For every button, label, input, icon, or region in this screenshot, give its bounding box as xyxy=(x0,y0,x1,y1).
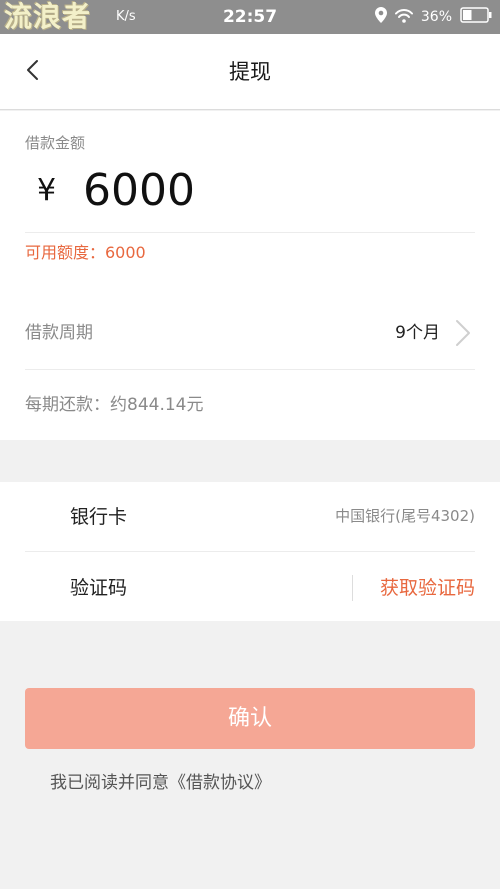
verification-code-label: 验证码 xyxy=(70,577,128,599)
wifi-icon xyxy=(394,8,413,27)
battery-icon xyxy=(460,7,492,27)
status-icons: 36% xyxy=(374,7,492,27)
divider xyxy=(25,369,475,370)
amount-input[interactable]: 6000 xyxy=(83,165,195,217)
bank-section: 银行卡 中国银行(尾号4302) 验证码 获取验证码 xyxy=(0,482,500,621)
period-label: 借款周期 xyxy=(25,323,93,343)
battery-percent: 36% xyxy=(420,9,452,25)
chevron-right-icon xyxy=(452,318,474,348)
installment-amount: 每期还款：约844.14元 xyxy=(25,395,204,415)
divider xyxy=(25,232,475,233)
amount-label: 借款金额 xyxy=(25,134,86,152)
confirm-button[interactable]: 确认 xyxy=(25,688,475,749)
available-limit: 可用额度：6000 xyxy=(25,243,146,262)
status-bar: 流浪者 K/s 22:57 36% xyxy=(0,0,500,34)
page-title: 提现 xyxy=(229,60,271,84)
location-icon xyxy=(374,7,387,27)
get-code-button[interactable]: 获取验证码 xyxy=(380,576,475,600)
period-value: 9个月 xyxy=(395,323,440,343)
bank-card-label: 银行卡 xyxy=(70,506,128,528)
agreement-link[interactable]: 我已阅读并同意《借款协议》 xyxy=(50,772,271,794)
loan-section: 借款金额 ¥ 6000 可用额度：6000 借款周期 9个月 每期还款：约844… xyxy=(0,111,500,440)
bank-card-value: 中国银行(尾号4302) xyxy=(335,507,475,525)
currency-symbol: ¥ xyxy=(37,173,57,208)
code-separator xyxy=(352,575,353,601)
divider xyxy=(25,551,475,552)
title-bar: 提现 xyxy=(0,34,500,110)
